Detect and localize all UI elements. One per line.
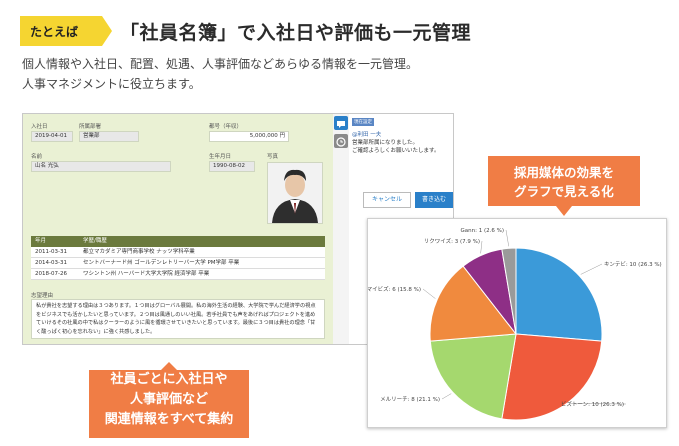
left-callout-line-3: 関連情報をすべて集約 <box>104 412 234 427</box>
post-button[interactable]: 書き込む <box>415 192 453 208</box>
pie-slice-label: メルリーチ: 8 (21.1 %) <box>380 396 440 403</box>
description: 個人情報や入社日、配置、処遇、人事評価などあらゆる情報を一元管理。 人事マネジメ… <box>22 54 418 94</box>
side-icon-bar <box>333 114 349 344</box>
name-field[interactable]: 山名 光弘 <box>31 161 171 172</box>
pie-slice-label: ビズトーン: 10 (26.3 %) <box>561 400 624 408</box>
left-callout: 社員ごとに入社日や 人事評価など 関連情報をすべて集約 <box>89 362 249 438</box>
comment-line-1: 営業部所属になりました。 <box>352 140 419 146</box>
right-callout-line-1: 採用媒体の効果を <box>513 165 614 180</box>
comment-message: 営業部所属になりました。 ご確認よろしくお願いいたします。 <box>352 139 452 155</box>
motive-label: 志望理由 <box>31 293 54 299</box>
employee-form: 入社日 2019-04-01 所属部署 営業部 都号（年収） 5,000,000… <box>23 114 333 344</box>
birth-label: 生年月日 <box>209 154 232 160</box>
pie-slice <box>515 247 603 342</box>
comment-line-2: ご確認よろしくお願いいたします。 <box>352 148 440 154</box>
comment-mention[interactable]: @利田 一夫 <box>352 130 381 138</box>
motive-textarea[interactable]: 私が貴社を志望する理由は３つあります。１つ目はグローバル展開。私の海外生活の経験… <box>31 299 325 339</box>
pie-leader-line <box>480 240 483 254</box>
row-date: 2011-03-31 <box>35 249 67 255</box>
name-label: 名前 <box>31 154 43 160</box>
salary-label: 都号（年収） <box>209 124 243 130</box>
join-date-label: 入社日 <box>31 124 48 130</box>
employee-portrait <box>268 163 322 223</box>
cancel-button[interactable]: キャンセル <box>363 192 411 208</box>
right-callout-line-2: グラフで見える化 <box>514 184 614 199</box>
header-history: 学歴/職歴 <box>83 238 107 244</box>
row-text: ワシントン州 ハーバード大学大学院 経済学部 卒業 <box>83 271 210 277</box>
pie-slice-label: キンテビ: 10 (26.3 %) <box>604 260 662 268</box>
comment-icon[interactable] <box>334 116 348 130</box>
salary-field[interactable]: 5,000,000 円 <box>209 131 289 142</box>
right-callout: 採用媒体の効果を グラフで見える化 <box>488 156 640 216</box>
history-header-row: 年月 学歴/職歴 <box>31 236 325 247</box>
comment-header: 現在設定 <box>352 118 374 126</box>
pie-leader-line <box>441 393 452 400</box>
example-tag: たとえば <box>20 16 112 46</box>
dept-label: 所属部署 <box>79 124 102 130</box>
description-line-2: 人事マネジメントに役立ちます。 <box>22 77 201 91</box>
history-table: 年月 学歴/職歴 2011-03-31 都立マカダミア専門商事学校 ナッツ学科卒… <box>31 236 325 280</box>
tag-label: たとえば <box>30 25 79 39</box>
header-date: 年月 <box>35 238 47 244</box>
employee-photo <box>267 162 323 224</box>
birth-field[interactable]: 1990-08-02 <box>209 161 255 172</box>
pie-leader-line <box>580 263 603 275</box>
page-title: 「社員名簿」で入社日や評価も一元管理 <box>120 22 472 44</box>
chart-panel: キンテビ: 10 (26.3 %) ビズトーン: 10 (26.3 %) メルリーチ… <box>367 218 667 428</box>
right-callout-text: 採用媒体の効果を グラフで見える化 <box>488 163 640 201</box>
row-text: 都立マカダミア専門商事学校 ナッツ学科卒業 <box>83 249 195 255</box>
left-callout-text: 社員ごとに入社日や 人事評価など 関連情報をすべて集約 <box>89 370 249 430</box>
join-date-field[interactable]: 2019-04-01 <box>31 131 73 142</box>
dept-field[interactable]: 営業部 <box>79 131 139 142</box>
pie-leader-line <box>505 229 509 247</box>
pie-slice-label: Gann: 1 (2.6 %) <box>461 228 504 234</box>
row-date: 2014-03-31 <box>35 260 67 266</box>
description-line-1: 個人情報や入社日、配置、処遇、人事評価などあらゆる情報を一元管理。 <box>22 57 419 71</box>
left-callout-line-2: 人事評価など <box>129 392 208 407</box>
left-callout-line-1: 社員ごとに入社日や <box>110 372 228 387</box>
table-row: 2011-03-31 都立マカダミア専門商事学校 ナッツ学科卒業 <box>31 247 325 258</box>
pie-slice-label: リクワイズ: 3 (7.9 %) <box>424 237 480 245</box>
table-row: 2018-07-26 ワシントン州 ハーバード大学大学院 経済学部 卒業 <box>31 269 325 280</box>
row-date: 2018-07-26 <box>35 271 67 277</box>
row-text: セントバーナード州 ゴールデンレトリーバー大学 PM学部 卒業 <box>83 260 240 266</box>
pie-chart: キンテビ: 10 (26.3 %) ビズトーン: 10 (26.3 %) メルリーチ… <box>368 228 662 421</box>
pie-slice <box>429 333 517 420</box>
pie-leader-line <box>422 288 436 299</box>
pie-slice-label: マイビズ: 6 (15.8 %) <box>368 285 421 293</box>
photo-label: 写真 <box>267 154 279 160</box>
history-icon[interactable] <box>334 134 348 148</box>
table-row: 2014-03-31 セントバーナード州 ゴールデンレトリーバー大学 PM学部 … <box>31 258 325 269</box>
